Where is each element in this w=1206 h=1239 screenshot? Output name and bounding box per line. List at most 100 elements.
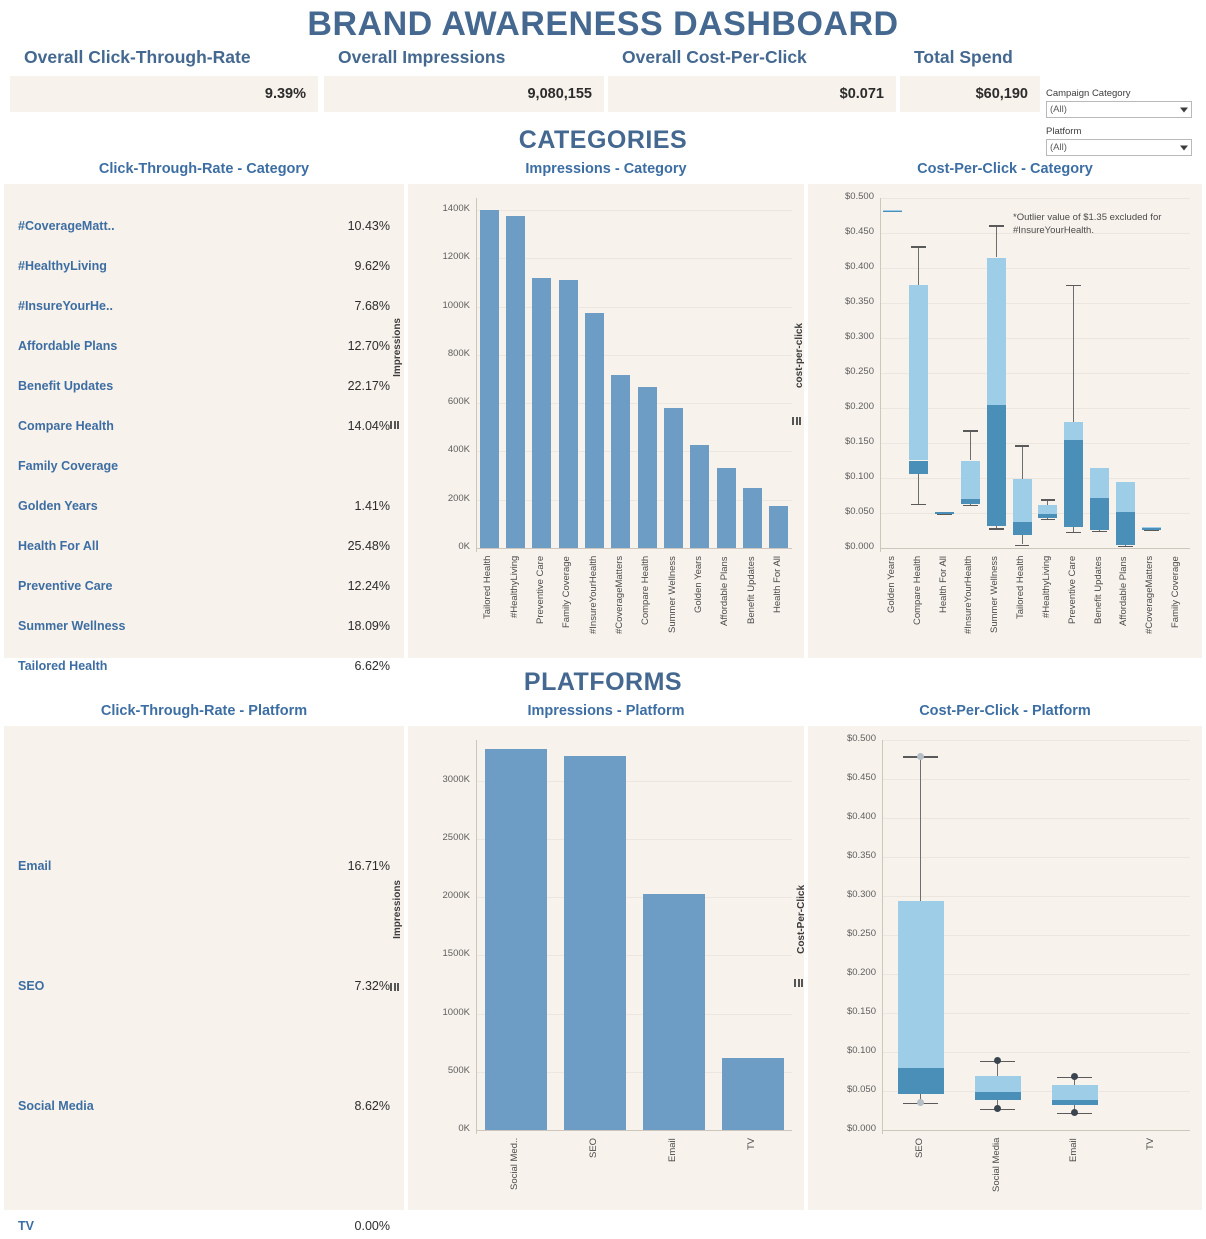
box-lower-quartile[interactable]	[1115, 512, 1135, 546]
data-point[interactable]	[994, 1105, 1001, 1113]
x-tick-label: Golden Years	[885, 556, 897, 614]
y-tick-label: 800K	[447, 347, 470, 359]
box-lower-quartile[interactable]	[1038, 514, 1058, 518]
x-tick-label: Compare Health	[640, 556, 652, 626]
data-point[interactable]	[1071, 1073, 1078, 1081]
y-tick-label: $0.050	[844, 506, 874, 517]
bar[interactable]	[743, 488, 762, 548]
x-tick-label: Tailored Health	[482, 556, 494, 620]
x-tick-label: Preventive Care	[534, 556, 546, 625]
panel-cpc-category: Cost-Per-Click - Category *Outlier value…	[792, 158, 1202, 658]
x-tick-label: Preventive Care	[1066, 556, 1078, 625]
bar[interactable]	[563, 755, 626, 1130]
chevron-down-icon[interactable]	[1180, 145, 1188, 150]
chevron-down-icon[interactable]	[1180, 107, 1188, 112]
whisker-upper	[1021, 445, 1023, 479]
data-point[interactable]	[1071, 1109, 1078, 1117]
kpi-row: Overall Click-Through-Rate 9.39% Overall…	[0, 44, 1206, 156]
box-upper-quartile[interactable]	[1115, 482, 1135, 513]
whisker-cap-min	[988, 528, 1004, 530]
bar[interactable]	[532, 277, 552, 548]
platform-select[interactable]: (All)	[1046, 139, 1192, 156]
x-tick-label: #InsureYourHealth	[587, 556, 599, 635]
bar[interactable]	[558, 280, 578, 548]
sort-icon[interactable]	[792, 417, 801, 425]
campaign-category-select[interactable]: (All)	[1046, 101, 1192, 118]
sort-icon[interactable]	[794, 979, 803, 987]
box-lower-quartile[interactable]	[1141, 528, 1161, 530]
table-row: Family Coverage	[4, 446, 404, 486]
box-upper-quartile[interactable]	[986, 257, 1006, 405]
box-upper-quartile[interactable]	[960, 460, 980, 499]
section-header-categories: CATEGORIES	[518, 126, 688, 154]
x-tick-label: Tailored Health	[1015, 556, 1027, 620]
box-upper-quartile[interactable]	[1064, 422, 1084, 440]
kpi-value: 9.39%	[10, 76, 318, 112]
whisker-cap-min	[1066, 531, 1082, 534]
y-tick-label: $0.200	[844, 401, 874, 412]
panel-title: Click-Through-Rate - Category	[98, 161, 310, 177]
bar[interactable]	[506, 216, 525, 548]
bar[interactable]	[721, 1058, 784, 1130]
box-lower-quartile[interactable]	[1064, 439, 1084, 527]
box-upper-quartile[interactable]	[897, 900, 944, 1068]
ctr-value: 22.17%	[347, 379, 390, 393]
y-tick-label: $0.000	[844, 541, 874, 552]
data-point[interactable]	[917, 1099, 924, 1107]
box-lower-quartile[interactable]	[1090, 497, 1110, 530]
box-upper-quartile[interactable]	[909, 284, 929, 461]
table-row: Email 16.71%	[4, 806, 404, 926]
box-upper-quartile[interactable]	[1090, 468, 1110, 498]
x-tick-label: Summer Wellness	[989, 556, 1001, 633]
sort-icon[interactable]	[390, 983, 399, 991]
box-upper-quartile[interactable]	[1038, 505, 1058, 515]
data-point[interactable]	[917, 752, 924, 760]
box-lower-quartile[interactable]	[935, 512, 955, 514]
y-tick-label: 1400K	[442, 203, 470, 215]
y-tick-label: 0K	[458, 541, 470, 552]
box-upper-quartile[interactable]	[1012, 478, 1032, 523]
bar[interactable]	[611, 374, 631, 548]
x-tick-label: SEO	[913, 1138, 925, 1159]
box-lower-quartile[interactable]	[909, 460, 929, 474]
y-axis-title: Impressions	[392, 880, 403, 939]
table-row: Health For All 25.48%	[4, 526, 404, 566]
box-lower-quartile[interactable]	[1051, 1099, 1098, 1106]
y-tick-label: 1200K	[442, 251, 470, 263]
y-tick-label: $0.150	[846, 1006, 876, 1017]
box-upper-quartile[interactable]	[1051, 1084, 1098, 1100]
x-axis-line	[882, 1130, 1190, 1131]
table-row: Tailored Health 6.62%	[4, 646, 404, 686]
panel-cpc-platform: Cost-Per-Click - Platform $0.500 $0.450 $0…	[794, 700, 1202, 1210]
bar[interactable]	[769, 506, 789, 548]
box-lower-quartile[interactable]	[883, 210, 903, 213]
kpi-label: Overall Impressions	[338, 47, 506, 67]
bar[interactable]	[690, 445, 710, 548]
y-axis-title: Cost-Per-Click	[796, 885, 807, 954]
box-lower-quartile[interactable]	[960, 499, 980, 504]
page-title: BRAND AWARENESS DASHBOARD	[307, 5, 899, 43]
bar[interactable]	[585, 312, 604, 548]
box-lower-quartile[interactable]	[897, 1067, 944, 1095]
bar[interactable]	[716, 468, 736, 548]
ctr-value: 7.68%	[354, 299, 390, 313]
bar[interactable]	[664, 408, 683, 548]
bar[interactable]	[479, 210, 499, 548]
bar[interactable]	[484, 749, 547, 1130]
ctr-value: 9.62%	[354, 259, 390, 273]
panel-title: Impressions - Category	[525, 161, 687, 177]
ctr-category-label: Tailored Health	[18, 658, 108, 673]
box-lower-quartile[interactable]	[1012, 522, 1032, 536]
whisker-cap-min	[1092, 530, 1107, 532]
sort-icon[interactable]	[390, 421, 399, 429]
data-point[interactable]	[994, 1057, 1001, 1065]
y-tick-label: $0.100	[846, 1045, 876, 1056]
box-lower-quartile[interactable]	[974, 1091, 1021, 1100]
y-tick-label: 0K	[458, 1123, 470, 1134]
ctr-value: 12.24%	[347, 579, 390, 593]
bar[interactable]	[637, 386, 657, 548]
box-upper-quartile[interactable]	[974, 1076, 1021, 1092]
bar[interactable]	[642, 894, 705, 1130]
box-lower-quartile[interactable]	[986, 404, 1006, 526]
y-tick-label: 600K	[447, 396, 470, 408]
